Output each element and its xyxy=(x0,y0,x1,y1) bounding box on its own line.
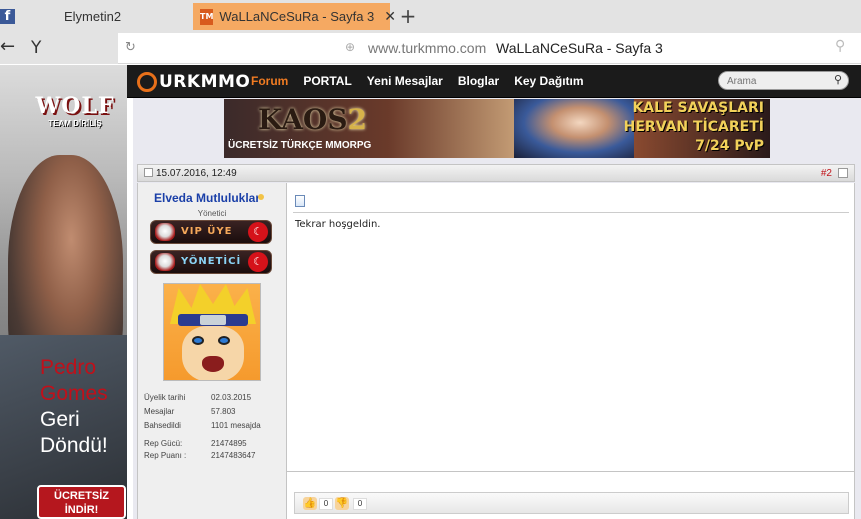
banner-features: KALE SAVAŞLARI HERVAN TİCARETİ 7/24 PvP xyxy=(623,100,764,154)
stat-row: Rep Puanı : 2147483647 xyxy=(144,451,256,460)
yonetici-badge: YÖNETİCİ ☾ xyxy=(150,250,272,274)
nav-link-key-dagitim[interactable]: Key Dağıtım xyxy=(514,74,583,88)
like-bar: 👍 0 👎 0 xyxy=(294,492,849,514)
globe-icon: ⊕ xyxy=(345,40,356,54)
browser-logo-icon[interactable]: Y xyxy=(31,38,41,58)
url-domain[interactable]: www.turkmmo.com xyxy=(368,40,486,56)
mask-icon xyxy=(155,253,175,271)
vip-badge: VIP ÜYE ☾ xyxy=(150,220,272,244)
post-footer: 👍 0 👎 0 xyxy=(287,472,855,519)
close-tab-icon[interactable]: ✕ xyxy=(384,9,396,25)
facebook-icon: f xyxy=(0,9,15,24)
post-date: 15.07.2016, 12:49 xyxy=(156,168,237,179)
stat-row: Rep Gücü: 21474895 xyxy=(144,439,247,448)
username-link[interactable]: Elveda Mutluluklar xyxy=(154,191,260,205)
divider xyxy=(293,212,849,213)
post-userinfo: Elveda Mutluluklar Yönetici VIP ÜYE ☾ YÖ… xyxy=(137,183,287,519)
banner-tagline: ÜCRETSİZ TÜRKÇE MMORPG xyxy=(228,140,372,151)
zoom-icon[interactable]: ⚲ xyxy=(835,38,845,54)
nav-link-bloglar[interactable]: Bloglar xyxy=(458,74,499,88)
post-message: Tekrar hoşgeldin. xyxy=(295,219,381,230)
ad-download-button[interactable]: ÜCRETSİZ İNDİR! xyxy=(37,485,126,519)
turkish-flag-icon: ☾ xyxy=(248,222,268,242)
site-navbar: URKMMO Forum PORTAL Yeni Mesajlar Blogla… xyxy=(127,65,861,98)
site-search: ⚲ xyxy=(718,71,849,90)
post-body: Tekrar hoşgeldin. xyxy=(287,183,855,471)
thumbs-down-icon[interactable]: 👎 xyxy=(335,497,349,510)
online-status-icon xyxy=(258,194,264,200)
user-avatar[interactable] xyxy=(163,283,261,381)
back-arrow-icon[interactable]: ← xyxy=(0,36,15,57)
post-icon xyxy=(144,168,153,177)
like-count: 0 xyxy=(319,498,333,510)
tab-turkmmo-active[interactable]: TM WaLLaNCeSuRa - Sayfa 3 ✕ xyxy=(193,3,396,30)
document-icon xyxy=(295,195,305,207)
ad-headline: Pedro Gomes Geri Döndü! xyxy=(40,356,108,457)
turkmmo-logo[interactable]: URKMMO xyxy=(137,71,250,93)
nav-controls: ← Y xyxy=(0,33,118,64)
post-select-checkbox[interactable] xyxy=(838,168,848,178)
browser-tabbar: f Elymetin2 TM WaLLaNCeSuRa - Sayfa 3 ✕ … xyxy=(0,0,861,33)
tab-label: Elymetin2 xyxy=(64,9,122,24)
search-input[interactable] xyxy=(727,74,827,88)
banner-hero-image xyxy=(514,99,634,158)
banner-game-title: KAOS2 xyxy=(258,103,368,136)
post-number[interactable]: #2 xyxy=(821,168,832,179)
user-stats: Üyelik tarihi 02.03.2015 Mesajlar 57.803… xyxy=(144,393,284,465)
stat-row: Mesajlar 57.803 xyxy=(144,407,236,416)
tab-label: WaLLaNCeSuRa - Sayfa 3 xyxy=(219,9,375,24)
nav-link-forum[interactable]: Forum xyxy=(251,74,288,88)
nav-links: Forum PORTAL Yeni Mesajlar Bloglar Key D… xyxy=(251,74,584,88)
search-icon[interactable]: ⚲ xyxy=(834,73,842,86)
turkmmo-icon: TM xyxy=(200,8,214,25)
wolf-team-logo: WOLF TEAM DİRİLİŞ xyxy=(35,93,115,128)
stat-row: Bahsedildi 1101 mesajda xyxy=(144,421,261,430)
stat-row: Üyelik tarihi 02.03.2015 xyxy=(144,393,252,402)
tab-facebook[interactable]: f Elymetin2 xyxy=(0,3,190,30)
kaos2-banner[interactable]: KAOS2 ÜCRETSİZ TÜRKÇE MMORPG KALE SAVAŞL… xyxy=(224,99,770,158)
logo-circle-icon xyxy=(137,72,157,92)
nav-link-portal[interactable]: PORTAL xyxy=(303,74,351,88)
user-rank: Yönetici xyxy=(197,209,227,218)
side-advertisement[interactable]: WOLF TEAM DİRİLİŞ Pedro Gomes Geri Döndü… xyxy=(0,65,127,519)
mask-icon xyxy=(155,223,175,241)
address-bar: ← Y ↻ ⊕ www.turkmmo.com WaLLaNCeSuRa - S… xyxy=(0,33,861,64)
turkish-flag-icon: ☾ xyxy=(248,252,268,272)
nav-link-yeni-mesajlar[interactable]: Yeni Mesajlar xyxy=(367,74,443,88)
new-tab-button[interactable]: + xyxy=(397,3,419,29)
dislike-count: 0 xyxy=(353,498,367,510)
thumbs-up-icon[interactable]: 👍 xyxy=(303,497,317,510)
post-header: 15.07.2016, 12:49 #2 xyxy=(137,164,855,182)
url-title[interactable]: WaLLaNCeSuRa - Sayfa 3 xyxy=(496,40,663,56)
reload-icon[interactable]: ↻ xyxy=(125,40,136,55)
